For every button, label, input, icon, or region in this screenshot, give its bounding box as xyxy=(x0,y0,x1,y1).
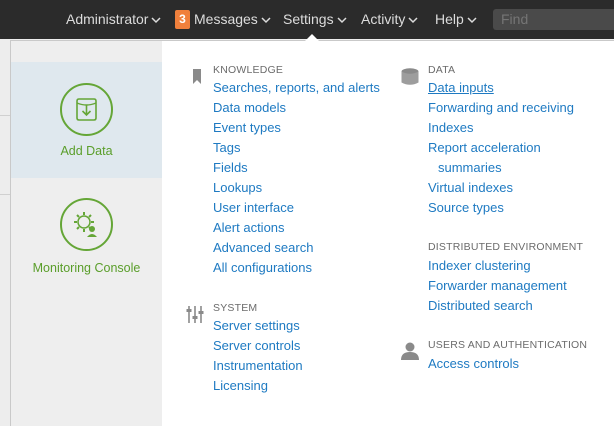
distributed-environment-heading: DISTRIBUTED ENVIRONMENT xyxy=(428,241,584,253)
help-menu[interactable]: Help xyxy=(435,0,477,39)
chevron-down-icon xyxy=(408,15,418,25)
users-authentication-heading: USERS AND AUTHENTICATION xyxy=(428,339,588,351)
chevron-down-icon xyxy=(467,15,477,25)
add-data-label: Add Data xyxy=(60,144,113,158)
download-icon xyxy=(60,83,113,136)
link-alert-actions[interactable]: Alert actions xyxy=(213,220,285,236)
activity-menu[interactable]: Activity xyxy=(361,0,418,39)
administrator-menu[interactable]: Administrator xyxy=(66,0,161,39)
link-server-settings[interactable]: Server settings xyxy=(213,318,300,334)
chevron-down-icon xyxy=(261,15,271,25)
user-icon xyxy=(401,342,419,365)
chevron-down-icon xyxy=(337,15,347,25)
link-forwarder-management[interactable]: Forwarder management xyxy=(428,278,567,294)
link-report-acceleration[interactable]: Report acceleration xyxy=(428,140,541,156)
divider xyxy=(0,194,10,195)
link-virtual-indexes[interactable]: Virtual indexes xyxy=(428,180,513,196)
add-data-tile[interactable]: Add Data xyxy=(11,62,162,178)
link-server-controls[interactable]: Server controls xyxy=(213,338,300,354)
link-distributed-search[interactable]: Distributed search xyxy=(428,298,533,314)
messages-count-badge: 3 xyxy=(175,9,190,29)
link-user-interface[interactable]: User interface xyxy=(213,200,294,216)
chevron-down-icon xyxy=(151,15,161,25)
link-report-acceleration-summaries[interactable]: summaries xyxy=(438,160,502,176)
system-heading: SYSTEM xyxy=(213,302,258,314)
link-forwarding-receiving[interactable]: Forwarding and receiving xyxy=(428,100,574,116)
link-event-types[interactable]: Event types xyxy=(213,120,281,136)
bookmark-icon xyxy=(193,69,201,89)
link-indexes[interactable]: Indexes xyxy=(428,120,474,136)
link-source-types[interactable]: Source types xyxy=(428,200,504,216)
activity-label: Activity xyxy=(361,11,406,27)
link-data-models[interactable]: Data models xyxy=(213,100,286,116)
apps-panel: Add Data Monitoring Console xyxy=(11,41,162,426)
dropdown-pointer xyxy=(305,34,319,41)
link-tags[interactable]: Tags xyxy=(213,140,240,156)
sliders-icon xyxy=(186,306,204,328)
link-searches-reports-alerts[interactable]: Searches, reports, and alerts xyxy=(213,80,380,96)
link-all-configurations[interactable]: All configurations xyxy=(213,260,312,276)
link-fields[interactable]: Fields xyxy=(213,160,248,176)
messages-menu[interactable]: 3 Messages xyxy=(175,0,271,39)
link-instrumentation[interactable]: Instrumentation xyxy=(213,358,303,374)
monitoring-console-label: Monitoring Console xyxy=(32,261,141,275)
settings-label: Settings xyxy=(283,11,334,27)
settings-dropdown: Add Data Monitoring Console KNOWLEDGE Se… xyxy=(10,40,614,426)
knowledge-heading: KNOWLEDGE xyxy=(213,64,284,76)
link-lookups[interactable]: Lookups xyxy=(213,180,262,196)
link-data-inputs[interactable]: Data inputs xyxy=(428,80,494,96)
find-input[interactable] xyxy=(493,9,614,30)
divider xyxy=(0,115,10,116)
data-heading: DATA xyxy=(428,64,456,76)
database-icon xyxy=(401,68,419,91)
link-access-controls[interactable]: Access controls xyxy=(428,356,519,372)
help-label: Help xyxy=(435,11,464,27)
gear-person-icon xyxy=(60,198,113,251)
administrator-label: Administrator xyxy=(66,11,149,27)
link-indexer-clustering[interactable]: Indexer clustering xyxy=(428,258,531,274)
monitoring-console-tile[interactable]: Monitoring Console xyxy=(11,178,162,294)
link-advanced-search[interactable]: Advanced search xyxy=(213,240,313,256)
link-licensing[interactable]: Licensing xyxy=(213,378,268,394)
messages-label: Messages xyxy=(194,11,258,27)
